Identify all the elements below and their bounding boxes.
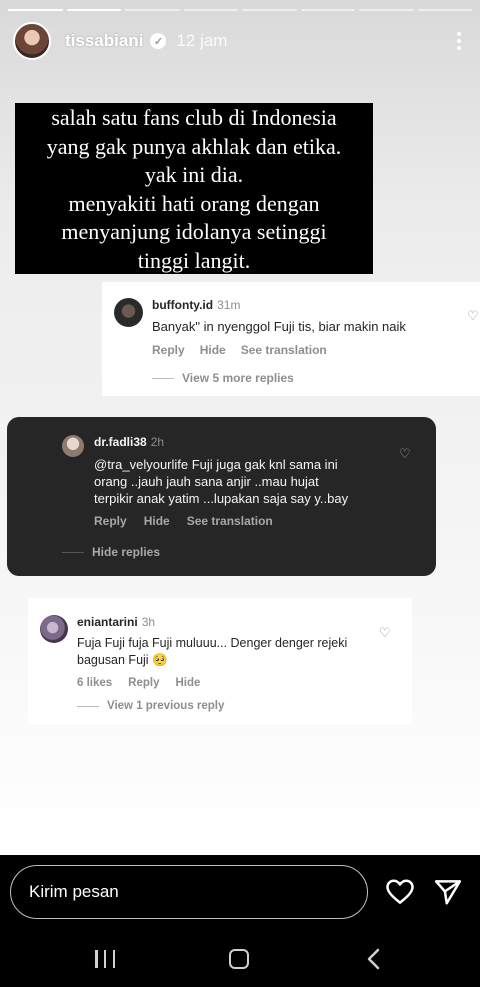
comment-text-line: @tra_velyourlife Fuji juga gak knl sama … <box>94 457 338 472</box>
comment-text-line: orang ..jauh jauh sana anjir ..mau hujat <box>94 474 319 489</box>
story-time: 12 jam <box>176 31 228 50</box>
hide-button[interactable]: Hide <box>200 343 226 357</box>
progress-segment <box>66 9 121 11</box>
replies-divider <box>77 705 99 707</box>
heart-icon[interactable] <box>385 877 415 907</box>
comment-text-line: terpikir anak yatim ...lupakan saja say … <box>94 491 349 506</box>
story-footer: Kirim pesan <box>0 855 480 987</box>
reply-button[interactable]: Reply <box>152 343 185 357</box>
caption-line: yak ini dia. <box>144 162 244 187</box>
comment-actions: 6 likes Reply Hide <box>77 677 347 689</box>
comment-row: buffonty.id 31m Banyak" in nyenggol Fuji … <box>114 298 406 357</box>
see-translation-button[interactable]: See translation <box>241 343 327 357</box>
hide-replies-button[interactable]: Hide replies <box>62 545 160 559</box>
like-comment-icon[interactable]: ♡ <box>467 308 479 324</box>
comment-text-line: Fuja Fuji fuja Fuji muluuu... Denger den… <box>77 636 348 650</box>
story-progress <box>8 9 472 11</box>
like-comment-icon[interactable]: ♡ <box>399 446 411 462</box>
commenter-avatar <box>114 298 143 327</box>
comment-card-eniantarini: eniantarini 3h Fuja Fuji fuja Fuji muluuu… <box>28 598 412 724</box>
view-more-replies-label: View 5 more replies <box>182 371 294 385</box>
comment-time: 31m <box>217 298 241 312</box>
comment-text: Banyak" in nyenggol Fuji tis, biar makin… <box>152 319 406 334</box>
comment-text: @tra_velyourlife Fuji juga gak knl sama … <box>94 456 348 507</box>
progress-segment <box>125 9 180 11</box>
view-previous-reply-label: View 1 previous reply <box>107 700 225 712</box>
progress-segment <box>417 9 472 11</box>
comment-time: 2h <box>150 435 165 449</box>
caption-line: tinggi langit. <box>137 247 251 273</box>
progress-segment <box>8 9 63 11</box>
caption-line: yang gak punya akhlak dan etika. <box>46 133 342 159</box>
android-nav-bar <box>0 945 480 975</box>
caption-line: menyakiti hati orang dengan <box>68 190 320 216</box>
profile-avatar[interactable] <box>13 22 51 60</box>
commenter-avatar <box>40 615 68 643</box>
send-message-input[interactable]: Kirim pesan <box>10 865 368 919</box>
replies-divider <box>152 377 174 379</box>
story-header: tissabiani ✓ 12 jam <box>13 22 467 60</box>
commenter-name-row: buffonty.id 31m <box>152 298 406 312</box>
story-caption: salah satu fans club di Indonesia yang g… <box>15 103 373 274</box>
send-icon[interactable] <box>433 877 463 907</box>
commenter-name-row: eniantarini 3h <box>77 615 347 629</box>
back-icon[interactable] <box>364 947 384 971</box>
comment-row: dr.fadli38 2h @tra_velyourlife Fuji juga … <box>62 435 348 528</box>
caption-line: salah satu fans club di Indonesia <box>51 105 337 130</box>
commenter-username[interactable]: dr.fadli38 <box>94 435 147 449</box>
reply-button[interactable]: Reply <box>128 677 159 689</box>
more-vertical-icon[interactable] <box>451 28 467 54</box>
story-frame: tissabiani ✓ 12 jam salah satu fans club… <box>0 0 480 855</box>
comment-card-drfadli: dr.fadli38 2h @tra_velyourlife Fuji juga … <box>7 417 436 576</box>
progress-segment <box>183 9 238 11</box>
progress-segment <box>300 9 355 11</box>
story-username[interactable]: tissabiani <box>65 31 143 51</box>
commenter-username[interactable]: eniantarini <box>77 615 138 629</box>
see-translation-button[interactable]: See translation <box>187 514 273 528</box>
like-comment-icon[interactable]: ♡ <box>379 625 391 641</box>
home-icon[interactable] <box>229 949 249 969</box>
comment-actions: Reply Hide See translation <box>152 343 406 357</box>
reply-button[interactable]: Reply <box>94 514 127 528</box>
comment-text-line: bagusan Fuji 🥺 <box>77 653 168 667</box>
hide-replies-label: Hide replies <box>92 545 161 559</box>
view-previous-reply-button[interactable]: View 1 previous reply <box>77 700 224 712</box>
progress-segment <box>359 9 414 11</box>
comment-text: Fuja Fuji fuja Fuji muluuu... Denger den… <box>77 635 347 669</box>
progress-segment <box>242 9 297 11</box>
replies-divider <box>62 551 84 553</box>
likes-count[interactable]: 6 likes <box>77 677 112 689</box>
hide-button[interactable]: Hide <box>144 514 170 528</box>
comment-actions: Reply Hide See translation <box>94 514 348 528</box>
view-more-replies-button[interactable]: View 5 more replies <box>152 371 294 385</box>
commenter-name-row: dr.fadli38 2h <box>94 435 348 449</box>
recent-apps-icon[interactable] <box>95 950 115 968</box>
caption-line: menyanjung idolanya setinggi <box>61 219 327 244</box>
comment-row: eniantarini 3h Fuja Fuji fuja Fuji muluuu… <box>40 615 347 689</box>
commenter-username[interactable]: buffonty.id <box>152 298 213 312</box>
verified-badge-icon: ✓ <box>150 33 167 49</box>
hide-button[interactable]: Hide <box>176 677 201 689</box>
commenter-avatar <box>62 435 84 457</box>
comment-card-buffonty: buffonty.id 31m Banyak" in nyenggol Fuji … <box>102 282 480 396</box>
comment-time: 3h <box>141 615 156 629</box>
